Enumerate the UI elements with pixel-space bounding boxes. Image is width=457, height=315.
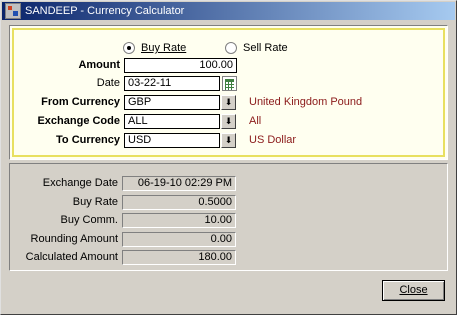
- to-currency-label: To Currency: [56, 134, 120, 146]
- amount-label: Amount: [78, 59, 120, 71]
- close-button-label: Close: [399, 284, 428, 296]
- exchange-code-label: Exchange Code: [37, 115, 120, 127]
- buy-comm-label: Buy Comm.: [60, 214, 118, 226]
- buy-rate-value: 0.5000: [122, 195, 236, 210]
- close-button[interactable]: Close: [382, 280, 445, 301]
- exchange-code-arrow-down-icon[interactable]: ⬇: [221, 114, 236, 129]
- results-panel: Exchange Date 06-19-10 02:29 PM Buy Rate…: [9, 163, 448, 271]
- from-currency-select[interactable]: GBP: [124, 95, 220, 110]
- to-currency-description: US Dollar: [249, 134, 297, 146]
- from-currency-arrow-down-icon[interactable]: ⬇: [221, 95, 236, 110]
- currency-calculator-window: SANDEEP - Currency Calculator Buy Rate S…: [0, 0, 457, 315]
- from-currency-description: United Kingdom Pound: [249, 96, 363, 108]
- exchange-code-select[interactable]: ALL: [124, 114, 220, 129]
- sell-rate-text: Sell Rate: [243, 42, 288, 54]
- sell-rate-option[interactable]: Sell Rate: [225, 41, 288, 55]
- exchange-date-label: Exchange Date: [42, 177, 118, 189]
- rounding-amount-label: Rounding Amount: [30, 233, 118, 245]
- sell-rate-radio[interactable]: [225, 42, 237, 54]
- to-currency-select[interactable]: USD: [124, 133, 220, 148]
- exchange-code-description: All: [249, 115, 262, 127]
- buy-rate-label: Buy Rate: [141, 42, 186, 54]
- calculated-amount-label: Calculated Amount: [25, 251, 118, 263]
- date-label: Date: [96, 77, 120, 89]
- buy-comm-value: 10.00: [122, 213, 236, 228]
- sell-rate-label: Sell Rate: [243, 42, 288, 54]
- exchange-date-value: 06-19-10 02:29 PM: [122, 176, 236, 191]
- input-panel: Buy Rate Sell Rate Amount 100.00 Date 03…: [9, 25, 448, 160]
- calendar-grid: [225, 79, 234, 90]
- calendar-icon[interactable]: [222, 76, 237, 91]
- title-bar[interactable]: SANDEEP - Currency Calculator: [2, 2, 455, 20]
- calculated-amount-value: 180.00: [122, 250, 236, 265]
- app-icon[interactable]: [5, 3, 21, 19]
- buy-rate-text: Buy Rate: [141, 42, 187, 54]
- buy-rate-radio[interactable]: [123, 42, 135, 54]
- buy-rate-option[interactable]: Buy Rate: [123, 41, 186, 55]
- date-input[interactable]: 03-22-11: [124, 76, 220, 91]
- to-currency-arrow-down-icon[interactable]: ⬇: [221, 133, 236, 148]
- buy-rate-result-label: Buy Rate: [72, 196, 118, 208]
- window-title: SANDEEP - Currency Calculator: [25, 5, 185, 17]
- amount-input[interactable]: 100.00: [124, 58, 237, 73]
- from-currency-label: From Currency: [41, 96, 120, 108]
- rounding-amount-value: 0.00: [122, 232, 236, 247]
